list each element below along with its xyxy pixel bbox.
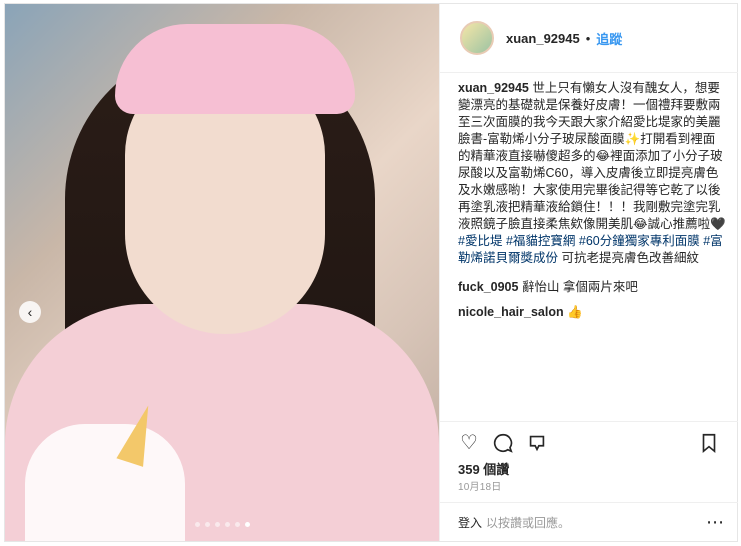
carousel-dot xyxy=(214,522,220,527)
carousel-dot xyxy=(224,522,230,527)
chevron-left-icon: ‹ xyxy=(27,304,33,320)
hashtag-link[interactable]: #愛比堤 xyxy=(458,234,502,248)
post-date: 10月18日 xyxy=(458,482,502,493)
comment-item: fuck_0905 辭怡山 拿個兩片來吧 xyxy=(458,279,726,296)
likes-count[interactable]: 359 個讚 xyxy=(458,459,509,478)
comment-username[interactable]: fuck_0905 xyxy=(458,280,518,294)
heart-icon[interactable]: ♡ xyxy=(458,432,480,454)
login-link[interactable]: 登入 xyxy=(458,514,482,531)
carousel-dot xyxy=(204,522,210,527)
caption-tail: 可抗老提亮膚色改善細紋 xyxy=(561,251,700,265)
carousel-prev-button[interactable]: ‹ xyxy=(19,301,41,323)
follow-button[interactable]: 追蹤 xyxy=(596,29,622,48)
carousel-dot xyxy=(194,522,200,527)
hashtag-link[interactable]: #福貓控寶網 xyxy=(506,234,575,248)
more-options-icon[interactable]: ⋯ xyxy=(706,512,724,533)
comment-text: 辭怡山 拿個兩片來吧 xyxy=(521,280,638,294)
comment-username[interactable]: nicole_hair_salon xyxy=(458,305,564,319)
instagram-post: ‹ xuan_92945 • 追蹤 xuan_92945 世上只有懶女人沒有醜女… xyxy=(4,3,738,542)
header-separator: • xyxy=(585,30,591,46)
comment-text: 👍 xyxy=(567,305,583,319)
comment-item: nicole_hair_salon 👍 xyxy=(458,304,726,321)
post-photo[interactable]: ‹ xyxy=(5,4,439,541)
comment-icon[interactable] xyxy=(492,432,514,454)
share-icon[interactable] xyxy=(526,432,548,454)
header-username[interactable]: xuan_92945 xyxy=(506,31,580,46)
bookmark-icon[interactable] xyxy=(698,432,720,454)
hashtag-link[interactable]: #60分鐘獨家專利面膜 xyxy=(579,234,700,248)
caption-username[interactable]: xuan_92945 xyxy=(458,81,529,95)
carousel-dots xyxy=(5,522,439,527)
photo-headband xyxy=(115,24,355,114)
avatar[interactable] xyxy=(460,21,494,55)
caption-text: 世上只有懶女人沒有醜女人，想要變漂亮的基礎就是保養好皮膚！一個禮拜要敷兩至三次面… xyxy=(458,81,726,231)
login-prompt: 以按讚或回應。 xyxy=(486,516,571,530)
post-sidebar: xuan_92945 • 追蹤 xuan_92945 世上只有懶女人沒有醜女人，… xyxy=(439,4,738,542)
post-footer: 登入 以按讚或回應。 ⋯ xyxy=(440,502,738,542)
carousel-dot-active xyxy=(244,522,250,527)
comments-section: xuan_92945 世上只有懶女人沒有醜女人，想要變漂亮的基礎就是保養好皮膚！… xyxy=(458,80,726,321)
post-header: xuan_92945 • 追蹤 xyxy=(440,4,738,73)
caption: xuan_92945 世上只有懶女人沒有醜女人，想要變漂亮的基礎就是保養好皮膚！… xyxy=(458,80,726,267)
carousel-dot xyxy=(234,522,240,527)
action-bar: ♡ xyxy=(440,421,738,460)
